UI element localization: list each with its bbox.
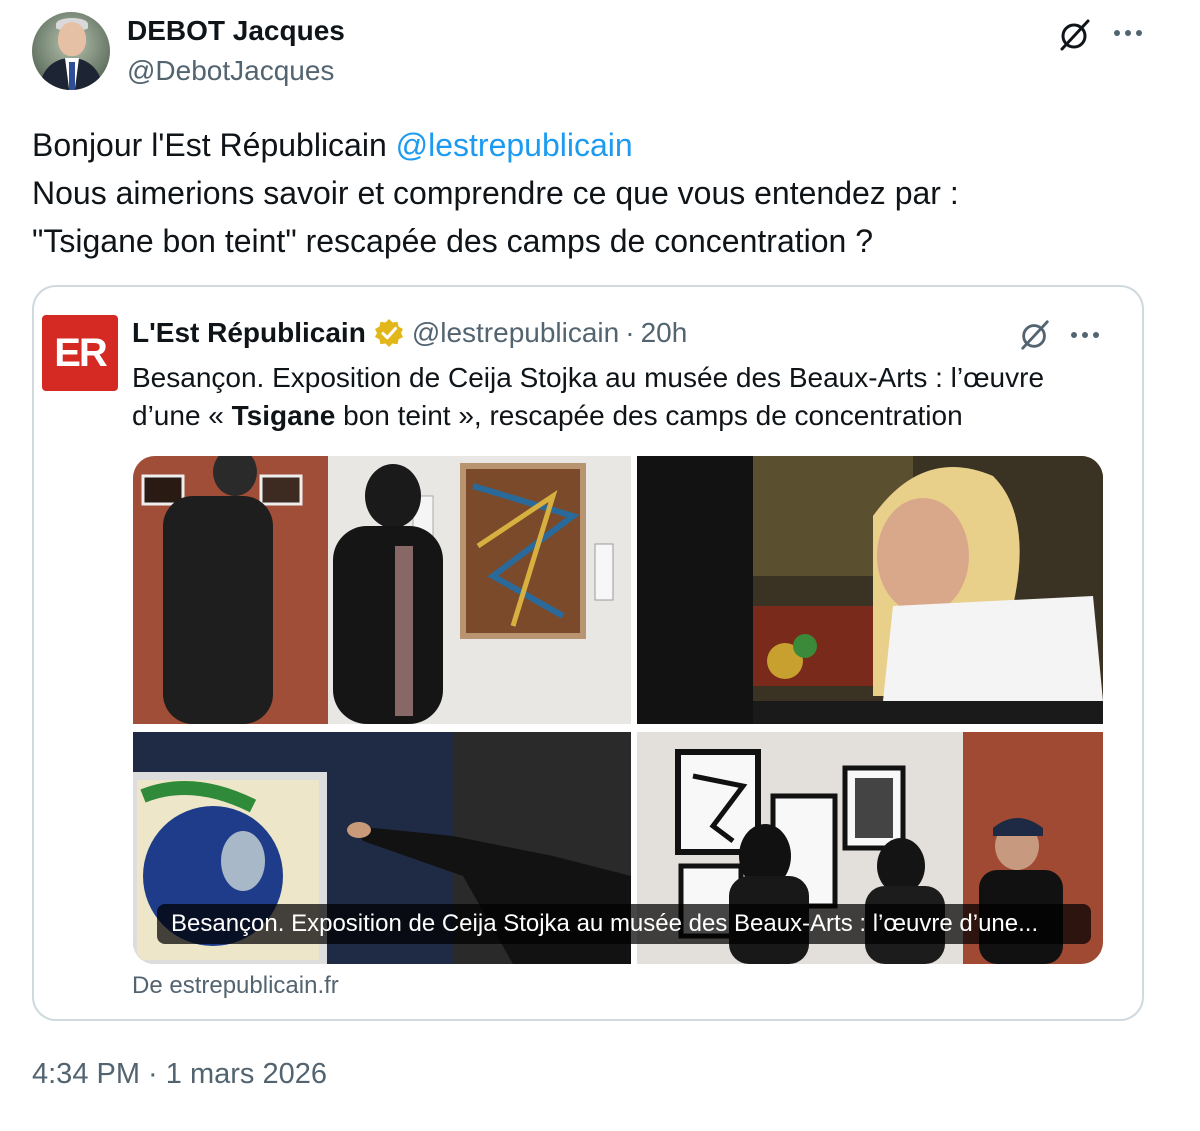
tweet-text: Bonjour l'Est Républicain @lestrepublica… [32,121,1152,265]
quoted-tweet[interactable]: ER L'Est Républicain @lestrepublicain · … [32,285,1144,1021]
tweet-line-1-text: Bonjour l'Est Républicain [32,127,396,163]
quoted-grok-icon[interactable] [1018,318,1052,352]
quoted-avatar-logo[interactable]: ER [42,315,118,391]
quoted-separator: · [625,317,635,348]
tweet-line-1: Bonjour l'Est Républicain @lestrepublica… [32,121,1152,169]
photo-gallery-visitors [133,456,631,724]
link-card-caption: Besançon. Exposition de Ceija Stojka au … [157,904,1091,944]
quoted-handle[interactable]: @lestrepublicain [412,317,619,349]
quoted-text-line-2-post: bon teint », rescapée des camps de conce… [335,400,963,431]
verified-badge-icon [374,319,403,347]
collage-image [133,456,1103,964]
quoted-text-line-2: d’une « Tsigane bon teint », rescapée de… [132,397,1122,435]
quoted-logo-text: ER [54,330,108,375]
mention-link[interactable]: @lestrepublicain [396,127,633,163]
quoted-text-line-2-pre: d’une « [132,400,232,431]
author-name[interactable]: DEBOT Jacques [127,15,345,47]
timestamp-separator: · [140,1058,166,1090]
quoted-text: Besançon. Exposition de Ceija Stojka au … [132,359,1122,435]
quoted-header: L'Est Républicain @lestrepublicain · 20h [132,317,687,349]
avatar[interactable] [32,12,110,90]
avatar-tie [69,62,75,90]
grok-icon[interactable] [1057,17,1093,53]
tweet-line-3: "Tsigane bon teint" rescapée des camps d… [32,223,874,259]
photo-video-still [637,456,1103,724]
link-source[interactable]: De estrepublicain.fr [132,972,339,1000]
quoted-more-icon[interactable] [1070,325,1100,345]
timestamp-time[interactable]: 4:34 PM [32,1058,140,1090]
quoted-text-bold-word: Tsigane [231,400,336,431]
link-card-image[interactable]: Besançon. Exposition de Ceija Stojka au … [133,456,1103,964]
quoted-text-line-1: Besançon. Exposition de Ceija Stojka au … [132,362,1045,393]
timestamp-date[interactable]: 1 mars 2026 [166,1058,327,1090]
tweet-line-2: Nous aimerions savoir et comprendre ce q… [32,175,959,211]
more-icon[interactable] [1112,22,1144,44]
author-handle[interactable]: @DebotJacques [127,55,334,87]
quoted-age[interactable]: 20h [641,317,688,349]
avatar-face [58,22,86,56]
quoted-author-name[interactable]: L'Est Républicain [132,317,366,349]
tweet-timestamp[interactable]: 4:34 PM · 1 mars 2026 [32,1058,327,1091]
